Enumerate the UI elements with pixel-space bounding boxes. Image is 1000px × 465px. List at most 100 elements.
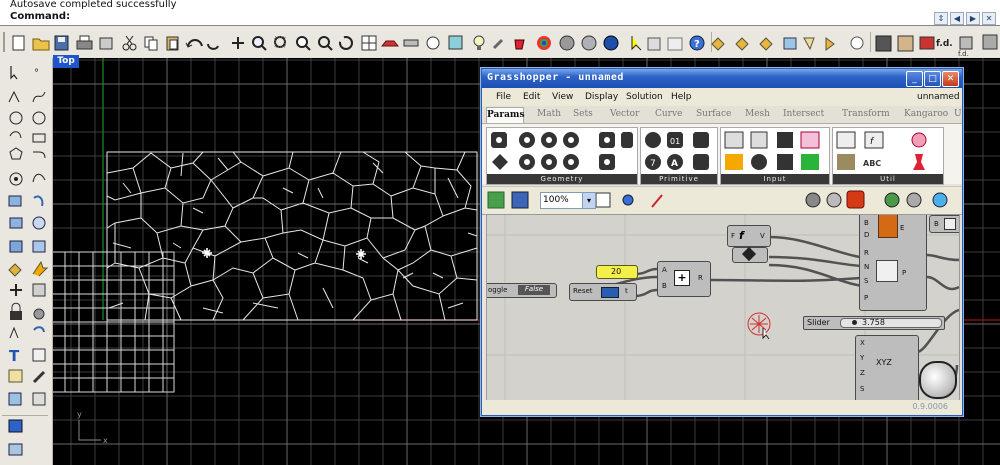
- select-arrow-icon[interactable]: [631, 36, 642, 51]
- tab-intersect[interactable]: Intersect: [783, 109, 824, 119]
- voronoi-component[interactable]: B D E R N S P P: [859, 215, 927, 311]
- shape-component[interactable]: [732, 246, 768, 263]
- lock-icon[interactable]: [10, 302, 22, 320]
- menu-solution[interactable]: Solution: [626, 92, 663, 102]
- transform-icon[interactable]: [10, 284, 22, 296]
- galapagos-icon[interactable]: [837, 154, 855, 170]
- arc-icon[interactable]: [32, 111, 46, 125]
- undo-icon[interactable]: [185, 39, 203, 48]
- tag-icon[interactable]: [825, 37, 835, 51]
- fd-cube-icon[interactable]: f.d.: [958, 36, 973, 58]
- zoom-icon[interactable]: [252, 36, 267, 51]
- image-viewer-icon[interactable]: [897, 35, 914, 52]
- menu-help[interactable]: Help: [671, 92, 692, 102]
- ghosted-icon[interactable]: [403, 39, 419, 47]
- copy-icon[interactable]: [144, 36, 158, 51]
- grasshopper-canvas[interactable]: 20 oggle False Reset t A B + R F f V B D…: [486, 214, 960, 401]
- light-bulb-icon[interactable]: [473, 35, 485, 50]
- counter-component[interactable]: Reset t: [569, 283, 637, 301]
- open-file-icon[interactable]: [32, 38, 50, 51]
- viewport-title-tab[interactable]: Top: [53, 55, 79, 68]
- toggle-value[interactable]: False: [518, 285, 550, 295]
- preview-wire-icon[interactable]: [826, 192, 842, 208]
- tab-params[interactable]: Params: [486, 107, 525, 123]
- rotate-view-icon[interactable]: [339, 36, 353, 50]
- tab-surface[interactable]: Surface: [696, 109, 731, 119]
- redo-icon[interactable]: [207, 43, 219, 50]
- command-line[interactable]: Command: ⇕ ◀ ▶ ✕: [0, 11, 1000, 26]
- group-icon[interactable]: [33, 308, 45, 320]
- mesh-icon[interactable]: [8, 263, 22, 277]
- close-icon[interactable]: ✕: [982, 12, 996, 25]
- polygon-icon[interactable]: [9, 147, 23, 160]
- fillet-icon[interactable]: [33, 151, 46, 159]
- four-viewports-icon[interactable]: [361, 35, 377, 51]
- toggle-icon[interactable]: [750, 131, 768, 149]
- point-param-icon[interactable]: [492, 154, 508, 170]
- preview-shaded-icon[interactable]: [846, 190, 865, 209]
- button-input-icon[interactable]: [777, 132, 793, 148]
- close-window-icon[interactable]: ✕: [942, 71, 959, 87]
- box-solid-icon[interactable]: [783, 37, 797, 50]
- cluster-icon[interactable]: [836, 131, 856, 149]
- grasshopper-titlebar[interactable]: Grasshopper - unnamed _ □ ✕: [482, 69, 962, 88]
- cube-outline-icon[interactable]: [8, 443, 23, 456]
- cylinder-icon[interactable]: [9, 240, 23, 253]
- surface-icon[interactable]: [9, 172, 23, 186]
- monitor-icon[interactable]: [919, 36, 935, 50]
- preview-eye-icon[interactable]: [622, 194, 634, 206]
- menu-view[interactable]: View: [552, 92, 573, 102]
- cut-icon[interactable]: [122, 35, 137, 51]
- gradient-icon[interactable]: [800, 131, 820, 149]
- rectangle-icon[interactable]: [32, 133, 46, 143]
- circle-param-icon[interactable]: [621, 132, 633, 148]
- color-wheel-icon[interactable]: [537, 36, 551, 50]
- potion-icon[interactable]: [913, 154, 925, 170]
- select-icon[interactable]: [10, 66, 18, 80]
- tab-transform[interactable]: Transform: [842, 109, 890, 119]
- grasshopper-launch-icon[interactable]: [982, 34, 998, 50]
- minimize-icon[interactable]: _: [906, 71, 923, 87]
- new-file-icon[interactable]: [12, 35, 25, 51]
- paste-icon[interactable]: [166, 36, 179, 51]
- zoom-window-icon[interactable]: [274, 36, 286, 48]
- polyline-icon[interactable]: [8, 90, 20, 103]
- wrench-icon[interactable]: [492, 38, 504, 50]
- preview-mesh-icon[interactable]: [906, 192, 922, 208]
- print-setup-icon[interactable]: [99, 37, 113, 50]
- fd-logo-icon[interactable]: f.d.: [936, 39, 953, 49]
- pan-icon[interactable]: [232, 37, 244, 49]
- timer-icon[interactable]: [911, 132, 927, 148]
- colour-swatch-icon[interactable]: [751, 154, 767, 170]
- colour-param-icon[interactable]: [693, 154, 709, 170]
- chevron-down-icon[interactable]: ▾: [582, 192, 596, 209]
- number-panel[interactable]: 20: [596, 265, 638, 279]
- menu-display[interactable]: Display: [585, 92, 618, 102]
- render-sphere-icon[interactable]: [559, 35, 575, 51]
- curve-icon[interactable]: [32, 91, 46, 103]
- render-settings-icon[interactable]: [932, 192, 948, 208]
- dimension-icon[interactable]: [9, 326, 19, 339]
- zoom-extents-icon[interactable]: [296, 36, 311, 51]
- preview-off-icon[interactable]: [805, 192, 821, 208]
- number-param-icon[interactable]: [693, 132, 709, 148]
- grid-snap-icon[interactable]: [667, 37, 683, 51]
- tab-overflow[interactable]: U: [954, 109, 962, 119]
- hatch-icon[interactable]: [32, 348, 46, 362]
- boolean-param-icon[interactable]: [645, 132, 661, 148]
- circle-icon[interactable]: [9, 111, 23, 125]
- paint-bucket-icon[interactable]: [514, 39, 525, 50]
- snap-icon[interactable]: [647, 37, 661, 51]
- zoom-level-field[interactable]: 100%: [540, 192, 584, 209]
- menu-file[interactable]: File: [496, 92, 511, 102]
- revolve-icon[interactable]: [33, 195, 44, 207]
- lock-layer-icon[interactable]: [711, 37, 725, 51]
- zoom-selected-icon[interactable]: [318, 36, 333, 51]
- arrow-left-icon[interactable]: ◀: [950, 12, 964, 25]
- box-icon[interactable]: [9, 217, 23, 229]
- ellipse-icon[interactable]: [9, 131, 22, 139]
- solid-tools-icon[interactable]: [8, 419, 23, 433]
- analyze-icon[interactable]: [8, 392, 22, 406]
- object-properties-icon[interactable]: [448, 35, 463, 50]
- extrude-curve-icon[interactable]: [8, 195, 22, 207]
